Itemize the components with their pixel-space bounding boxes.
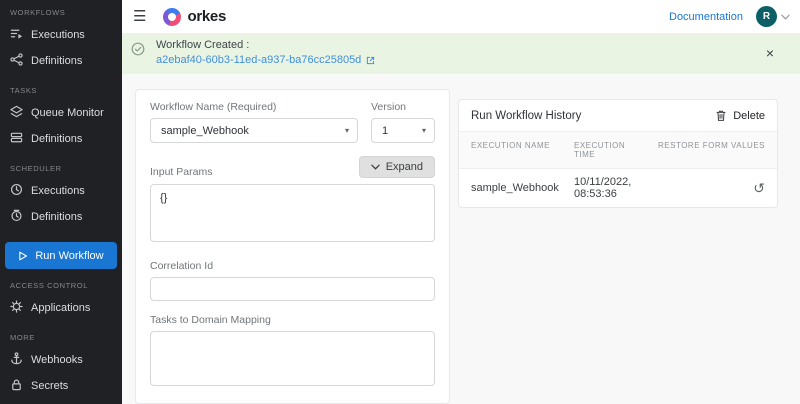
brand-name: orkes bbox=[187, 8, 226, 25]
avatar[interactable]: R bbox=[756, 6, 777, 27]
clock-icon bbox=[10, 209, 23, 225]
version-label: Version bbox=[371, 101, 407, 113]
anchor-icon bbox=[10, 352, 23, 368]
sidebar-item-scheduler-executions[interactable]: Executions bbox=[0, 178, 122, 204]
sidebar-item-task-definitions[interactable]: Definitions bbox=[0, 126, 122, 152]
col-execution-name: EXECUTION NAME bbox=[471, 141, 551, 150]
version-value: 1 bbox=[382, 124, 389, 137]
caret-down-icon: ▾ bbox=[344, 126, 349, 135]
sidebar-item-label: Definitions bbox=[31, 133, 83, 145]
sidebar-item-label: Secrets bbox=[31, 380, 69, 392]
success-banner: Workflow Created : a2ebaf40-60b3-11ed-a9… bbox=[122, 33, 800, 74]
lock-icon bbox=[10, 378, 23, 394]
gear-icon bbox=[10, 300, 23, 316]
sidebar-item-label: Definitions bbox=[31, 55, 83, 67]
history-title: Run Workflow History bbox=[471, 109, 582, 122]
sidebar-item-event-handlers[interactable]: Event Handlers bbox=[0, 399, 122, 404]
tasks-domain-textarea[interactable] bbox=[150, 331, 435, 386]
sidebar: WORKFLOWS Executions Definitions TASKS Q… bbox=[0, 0, 122, 404]
layers-icon bbox=[10, 105, 23, 121]
sidebar-item-applications[interactable]: Applications bbox=[0, 295, 122, 321]
banner-title: Workflow Created : bbox=[156, 39, 250, 51]
sidebar-item-workflow-definitions[interactable]: Definitions bbox=[0, 48, 122, 74]
app-window: WORKFLOWS Executions Definitions TASKS Q… bbox=[0, 0, 800, 404]
sidebar-item-webhooks[interactable]: Webhooks bbox=[0, 347, 122, 373]
orkes-logo: orkes bbox=[163, 7, 226, 26]
section-scheduler: SCHEDULER bbox=[10, 164, 62, 173]
expand-label: Expand bbox=[385, 161, 423, 173]
section-workflows: WORKFLOWS bbox=[10, 8, 66, 17]
execution-time-cell: 10/11/2022, 08:53:36 bbox=[574, 176, 632, 200]
run-workflow-label: Run Workflow bbox=[35, 249, 104, 262]
sidebar-item-workflow-executions[interactable]: Executions bbox=[0, 22, 122, 48]
stack-icon bbox=[10, 131, 23, 147]
sidebar-item-scheduler-definitions[interactable]: Definitions bbox=[0, 204, 122, 230]
run-workflow-history-panel: Run Workflow History Delete EXECUTION NA… bbox=[458, 99, 778, 208]
play-icon bbox=[18, 251, 28, 261]
topbar: ☰ orkes Documentation R bbox=[122, 0, 800, 33]
section-more: MORE bbox=[10, 333, 35, 342]
workflow-id-link[interactable]: a2ebaf40-60b3-11ed-a937-ba76cc25805d bbox=[156, 54, 361, 66]
sidebar-item-secrets[interactable]: Secrets bbox=[0, 373, 122, 399]
chevron-down-icon bbox=[370, 164, 380, 170]
check-circle-icon bbox=[131, 42, 145, 66]
input-params-label: Input Params bbox=[150, 166, 213, 178]
correlation-id-label: Correlation Id bbox=[150, 260, 214, 272]
section-access-control: ACCESS CONTROL bbox=[10, 281, 88, 290]
input-params-textarea[interactable]: {} bbox=[150, 184, 435, 242]
section-tasks: TASKS bbox=[10, 86, 38, 95]
sidebar-item-label: Webhooks bbox=[31, 354, 83, 366]
caret-down-icon: ▾ bbox=[421, 126, 426, 135]
sidebar-item-label: Executions bbox=[31, 185, 85, 197]
sidebar-run-workflow-button[interactable]: Run Workflow bbox=[5, 242, 117, 269]
sidebar-item-label: Definitions bbox=[31, 211, 83, 223]
documentation-link[interactable]: Documentation bbox=[669, 11, 743, 23]
clock-icon bbox=[10, 183, 23, 199]
share-network-icon bbox=[10, 53, 23, 69]
list-play-icon bbox=[10, 27, 23, 43]
table-row: sample_Webhook 10/11/2022, 08:53:36 ↺ bbox=[459, 169, 777, 207]
banner-text: Workflow Created : a2ebaf40-60b3-11ed-a9… bbox=[156, 39, 375, 66]
orkes-logo-icon bbox=[163, 7, 182, 26]
sidebar-item-label: Applications bbox=[31, 302, 91, 314]
workflow-name-label: Workflow Name (Required) bbox=[150, 101, 277, 113]
trash-icon bbox=[715, 109, 727, 122]
delete-label: Delete bbox=[733, 109, 765, 122]
sidebar-item-label: Executions bbox=[31, 29, 85, 41]
external-link-icon[interactable] bbox=[366, 56, 375, 65]
execution-name-cell: sample_Webhook bbox=[471, 182, 559, 194]
hamburger-menu-icon[interactable]: ☰ bbox=[133, 9, 146, 24]
history-table-header: EXECUTION NAME EXECUTION TIME RESTORE FO… bbox=[459, 131, 777, 169]
content-area: Workflow Name (Required) sample_Webhook … bbox=[122, 74, 800, 404]
chevron-down-icon[interactable] bbox=[781, 14, 790, 20]
expand-button[interactable]: Expand bbox=[358, 156, 435, 178]
sidebar-item-queue-monitor[interactable]: Queue Monitor bbox=[0, 100, 122, 126]
correlation-id-input[interactable] bbox=[150, 277, 435, 301]
version-select[interactable]: 1 ▾ bbox=[371, 118, 435, 143]
sidebar-item-label: Queue Monitor bbox=[31, 107, 104, 119]
main-area: ☰ orkes Documentation R Workflow Created… bbox=[122, 0, 800, 404]
close-icon[interactable]: × bbox=[766, 46, 774, 60]
workflow-name-select[interactable]: sample_Webhook ▾ bbox=[150, 118, 358, 143]
restore-icon[interactable]: ↺ bbox=[753, 181, 765, 195]
col-execution-time: EXECUTION TIME bbox=[574, 141, 626, 159]
col-restore-form-values: RESTORE FORM VALUES bbox=[658, 141, 765, 150]
workflow-name-value: sample_Webhook bbox=[161, 124, 249, 137]
run-workflow-form: Workflow Name (Required) sample_Webhook … bbox=[135, 89, 450, 404]
tasks-domain-label: Tasks to Domain Mapping bbox=[150, 314, 271, 326]
delete-button[interactable]: Delete bbox=[715, 109, 765, 122]
